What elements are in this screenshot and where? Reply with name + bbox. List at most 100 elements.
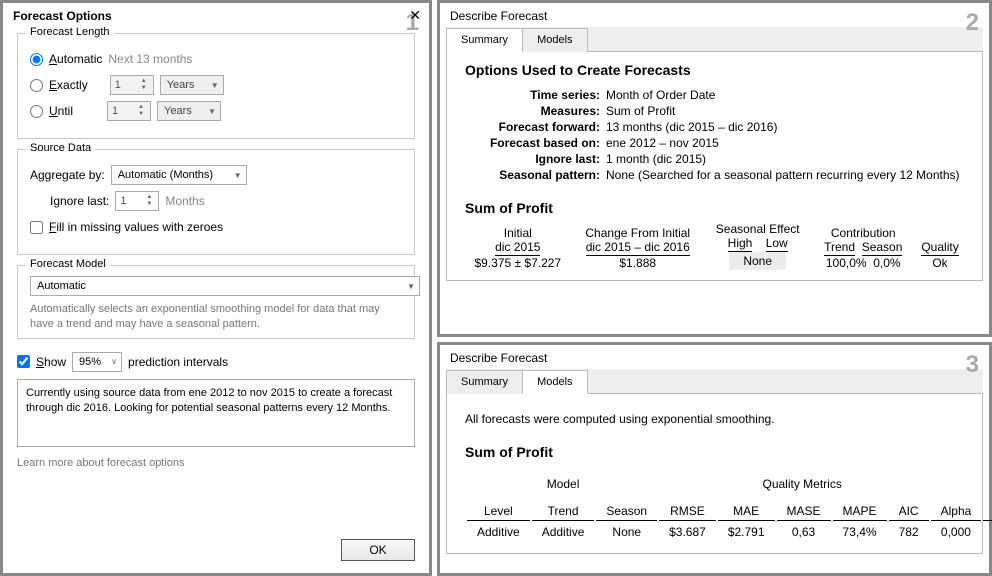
exactly-value-spinner[interactable]: 1▲▼: [110, 75, 154, 95]
forecast-length-group: Forecast Length AAutomaticutomatic Next …: [17, 33, 415, 139]
tab-summary[interactable]: Summary: [446, 28, 523, 52]
cell: $1.888: [619, 256, 656, 270]
chevron-down-icon: ▼: [208, 107, 216, 116]
fill-zeroes-checkbox[interactable]: [30, 221, 43, 234]
col-header: Alpha: [931, 502, 982, 521]
learn-more-link[interactable]: Learn more about forecast options: [3, 453, 429, 473]
dialog-title: Forecast Options: [3, 3, 429, 27]
ignore-value-spinner[interactable]: 1▲▼: [115, 191, 159, 211]
describe-forecast-summary: 2 Describe Forecast Summary Models Optio…: [437, 0, 992, 337]
exactly-label: ExactlyExactly: [49, 78, 88, 92]
sum-of-profit-heading: Sum of Profit: [465, 200, 964, 216]
forecast-model-group: Forecast Model Automatic▼ Automatically …: [17, 265, 415, 339]
cell: None: [729, 252, 786, 270]
cell: $2.791: [718, 523, 775, 541]
ok-button[interactable]: OK: [341, 539, 415, 561]
dialog-title: Describe Forecast: [440, 345, 989, 369]
col-header: Quality: [921, 240, 958, 256]
close-icon[interactable]: ✕: [409, 7, 421, 24]
cell: 0,000: [931, 523, 982, 541]
cell: Ok: [932, 256, 947, 270]
cell: 0,63: [777, 523, 831, 541]
kv-value: ene 2012 – nov 2015: [606, 136, 719, 150]
cell: $3.687: [659, 523, 716, 541]
chevron-down-icon: ∨: [111, 357, 117, 366]
col-subheader: dic 2015: [495, 240, 540, 256]
show-interval-checkbox[interactable]: [17, 355, 30, 368]
tab-models[interactable]: Models: [522, 28, 587, 52]
tabs: Summary Models: [446, 27, 983, 52]
chevron-down-icon: ▼: [407, 282, 415, 291]
until-unit-dropdown[interactable]: Years▼: [157, 101, 221, 121]
spinner-arrows-icon[interactable]: ▲▼: [134, 103, 148, 119]
status-textbox: Currently using source data from ene 201…: [17, 379, 415, 447]
automatic-label: AAutomaticutomatic: [49, 52, 102, 66]
col-header: MAPE: [833, 502, 887, 521]
until-label: UntilUntil: [49, 104, 73, 118]
tabs: Summary Models: [446, 369, 983, 394]
until-value-spinner[interactable]: 1▲▼: [107, 101, 151, 121]
describe-forecast-models: 3 Describe Forecast Summary Models All f…: [437, 342, 992, 576]
col-header: AIC: [889, 502, 929, 521]
kv-key: Time series:: [465, 88, 600, 102]
group-legend: Source Data: [26, 142, 95, 154]
aggregate-dropdown[interactable]: Automatic (Months)▼: [111, 165, 247, 185]
chevron-down-icon: ▼: [211, 81, 219, 90]
kv-value: None (Searched for a seasonal pattern re…: [606, 168, 960, 182]
kv-value: Sum of Profit: [606, 104, 675, 118]
col-header: Initial: [504, 226, 532, 240]
kv-key: Forecast forward:: [465, 120, 600, 134]
until-radio[interactable]: [30, 105, 43, 118]
chevron-down-icon: ▼: [234, 171, 242, 180]
cell: 100,0% 0,0%: [826, 256, 901, 270]
cell: $9.375 ± $7.227: [474, 256, 561, 270]
kv-value: 13 months (dic 2015 – dic 2016): [606, 120, 777, 134]
kv-key: Seasonal pattern:: [465, 168, 600, 182]
cell: None: [596, 523, 657, 541]
col-header: Beta: [983, 502, 992, 521]
cell: Additive: [467, 523, 530, 541]
show-suffix: prediction intervals: [128, 355, 228, 369]
forecast-options-dialog: 1 Forecast Options ✕ Forecast Length AAu…: [0, 0, 432, 576]
kv-key: Measures:: [465, 104, 600, 118]
kv-key: Ignore last:: [465, 152, 600, 166]
kv-value: Month of Order Date: [606, 88, 715, 102]
tab-models[interactable]: Models: [522, 370, 587, 394]
models-description: All forecasts were computed using expone…: [465, 412, 964, 426]
col-header: Trend: [532, 502, 595, 521]
exactly-radio[interactable]: [30, 79, 43, 92]
spinner-arrows-icon[interactable]: ▲▼: [142, 193, 156, 209]
show-value-dropdown[interactable]: 95%∨: [72, 352, 122, 372]
ignore-label: Ignore last:: [50, 194, 109, 208]
options-heading: Options Used to Create Forecasts: [465, 62, 964, 78]
col-subheader: High Low: [728, 236, 788, 252]
sum-of-profit-heading: Sum of Profit: [465, 444, 964, 460]
automatic-radio[interactable]: [30, 53, 43, 66]
group-header: Quality Metrics: [718, 468, 887, 500]
tab-summary[interactable]: Summary: [446, 370, 523, 394]
cell: Additive: [532, 523, 595, 541]
col-subheader: Trend Season: [824, 240, 902, 256]
dialog-title: Describe Forecast: [440, 3, 989, 27]
col-header: Seasonal Effect: [716, 222, 800, 236]
source-data-group: Source Data Aggregate by: Automatic (Mon…: [17, 149, 415, 255]
panel-number: 3: [966, 351, 979, 379]
fill-zeroes-label: Fill in missing values with zeroesFill i…: [49, 220, 223, 234]
model-dropdown[interactable]: Automatic▼: [30, 276, 420, 296]
cell: 782: [889, 523, 929, 541]
model-helper-text: Automatically selects an exponential smo…: [30, 302, 402, 332]
automatic-hint: Next 13 months: [108, 52, 192, 66]
show-label: ShowShow: [36, 355, 66, 369]
cell: 0,043: [983, 523, 992, 541]
spinner-arrows-icon[interactable]: ▲▼: [137, 77, 151, 93]
col-subheader: dic 2015 – dic 2016: [586, 240, 690, 256]
col-header: Season: [596, 502, 657, 521]
group-header: Smoothing Coefficients: [983, 468, 992, 500]
group-legend: Forecast Length: [26, 26, 114, 38]
exactly-unit-dropdown[interactable]: Years▼: [160, 75, 224, 95]
ignore-unit: Months: [165, 194, 204, 208]
group-legend: Forecast Model: [26, 258, 110, 270]
panel-number: 2: [966, 9, 979, 37]
col-header: Level: [467, 502, 530, 521]
group-header: Model: [532, 468, 595, 500]
